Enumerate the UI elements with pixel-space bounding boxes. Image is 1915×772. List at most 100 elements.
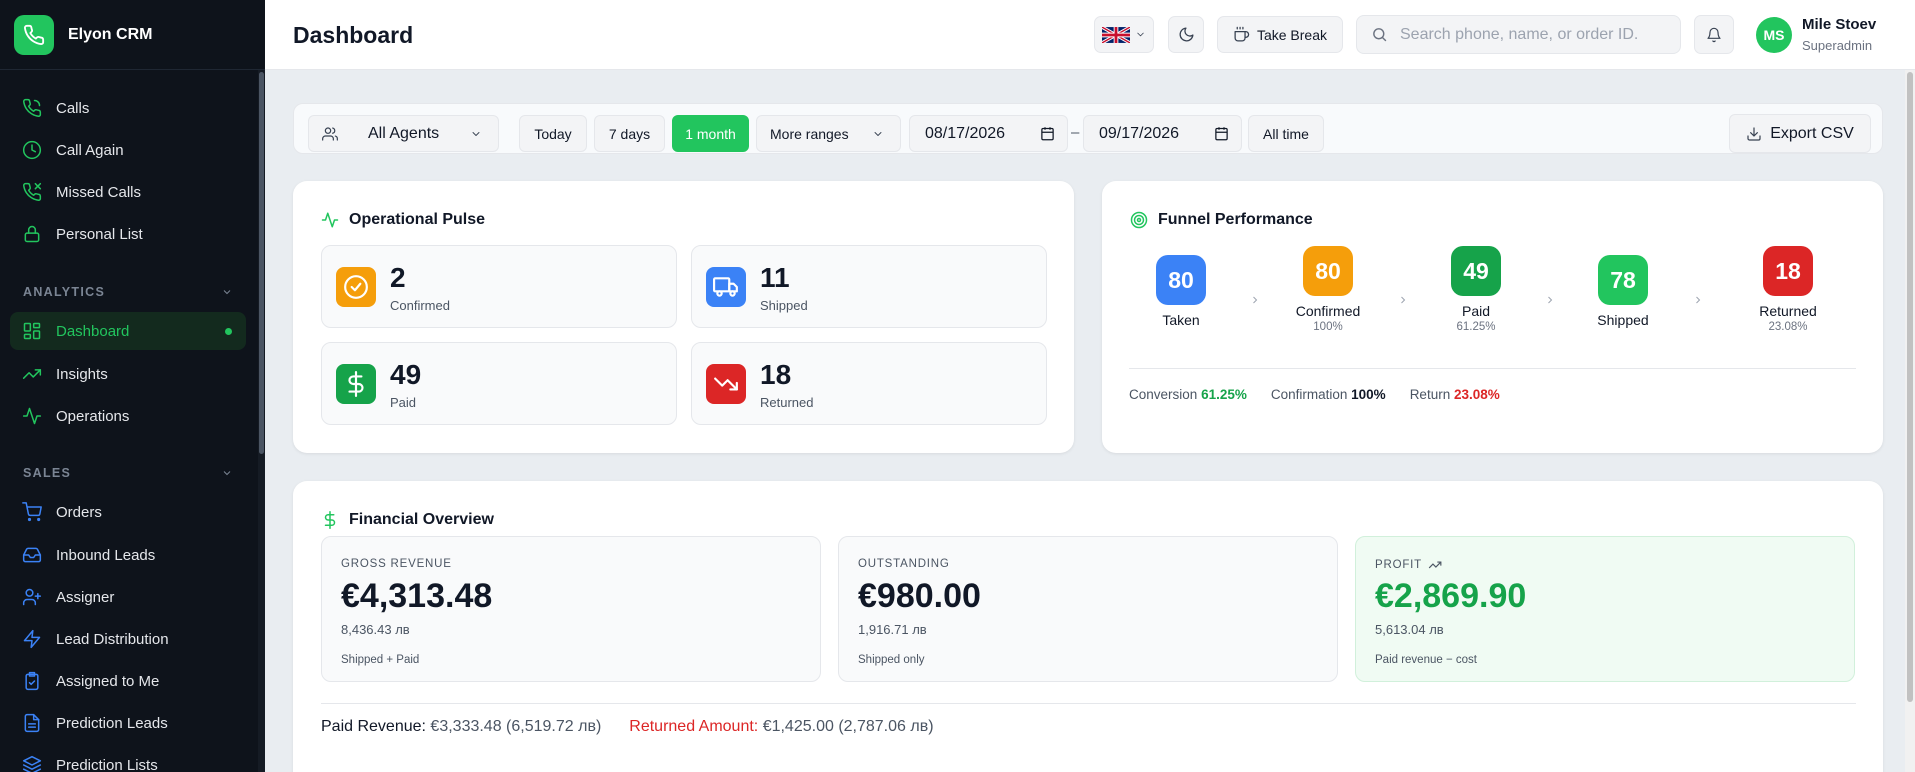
chevron-down-icon <box>1137 32 1144 37</box>
check-circle-icon <box>336 267 376 307</box>
fin-sub: 1,916.71 лв <box>858 622 927 637</box>
theme-toggle-button[interactable] <box>1168 16 1204 53</box>
sidebar-item-operations[interactable]: Operations <box>10 397 246 435</box>
stat-shipped[interactable]: 11 Shipped <box>691 245 1047 328</box>
main-scrollbar[interactable] <box>1905 70 1915 772</box>
sidebar-item-lead-distribution[interactable]: Lead Distribution <box>10 620 246 658</box>
funnel-step-taken[interactable]: 80 Taken <box>1131 255 1231 328</box>
sidebar: Elyon CRM Calls Call Again Missed Calls … <box>0 0 265 772</box>
funnel-step-label: Shipped <box>1597 312 1649 328</box>
sidebar-item-assigned-to-me[interactable]: Assigned to Me <box>10 662 246 700</box>
take-break-label: Take Break <box>1256 26 1328 43</box>
section-sales[interactable]: SALES <box>23 466 233 480</box>
trending-up-icon <box>1428 561 1442 569</box>
sidebar-item-calls[interactable]: Calls <box>10 89 246 127</box>
inbox-icon <box>22 547 42 563</box>
export-csv-button[interactable]: Export CSV <box>1729 114 1871 153</box>
sidebar-item-label: Assigned to Me <box>56 672 160 690</box>
stat-returned[interactable]: 18 Returned <box>691 342 1047 425</box>
sidebar-item-inbound-leads[interactable]: Inbound Leads <box>10 536 246 574</box>
search-bar[interactable] <box>1356 15 1681 54</box>
fin-note: Paid revenue − cost <box>1375 654 1477 666</box>
stat-label: Confirmed <box>390 298 450 313</box>
export-csv-label: Export CSV <box>1770 124 1854 142</box>
range-all-time-button[interactable]: All time <box>1248 115 1324 152</box>
fin-label: PROFIT <box>1375 558 1442 572</box>
sidebar-item-personal-list[interactable]: Personal List <box>10 215 246 253</box>
search-icon <box>1373 28 1387 42</box>
sidebar-item-dashboard[interactable]: Dashboard <box>10 312 246 350</box>
sidebar-item-orders[interactable]: Orders <box>10 493 246 531</box>
search-input[interactable] <box>1400 25 1670 44</box>
sidebar-item-prediction-leads[interactable]: Prediction Leads <box>10 704 246 742</box>
sidebar-item-insights[interactable]: Insights <box>10 355 246 393</box>
funnel-step-shipped[interactable]: 78 Shipped <box>1573 255 1673 328</box>
range-7-days-button[interactable]: 7 days <box>594 115 665 152</box>
sidebar-item-prediction-lists[interactable]: Prediction Lists <box>10 746 246 772</box>
sidebar-item-label: Call Again <box>56 141 124 159</box>
stat-confirmed[interactable]: 2 Confirmed <box>321 245 677 328</box>
sidebar-scrollbar[interactable] <box>258 70 265 772</box>
funnel-step-value: 49 <box>1451 246 1501 296</box>
user-name[interactable]: Mile Stoev <box>1802 16 1876 33</box>
sidebar-item-missed-calls[interactable]: Missed Calls <box>10 173 246 211</box>
range-1-month-button[interactable]: 1 month <box>672 115 749 152</box>
phone-missed-icon <box>23 182 42 201</box>
dollar-icon <box>336 364 376 404</box>
users-icon <box>322 126 338 141</box>
agents-select[interactable]: All Agents <box>308 115 499 152</box>
brand[interactable]: Elyon CRM <box>0 0 265 70</box>
target-icon <box>1130 211 1148 229</box>
clipboard-icon <box>25 671 39 691</box>
outstanding-card[interactable]: OUTSTANDING €980.00 1,916.71 лв Shipped … <box>838 536 1338 682</box>
sidebar-item-call-again[interactable]: Call Again <box>10 131 246 169</box>
funnel-step-percent: 23.08% <box>1768 321 1808 333</box>
funnel-step-confirmed[interactable]: 80 Confirmed 100% <box>1278 246 1378 333</box>
more-ranges-select[interactable]: More ranges <box>756 115 901 152</box>
operational-pulse-card: Operational Pulse 2 Confirmed 11 Shipped… <box>293 181 1074 453</box>
clock-icon <box>22 140 42 160</box>
funnel-step-label: Paid <box>1461 303 1491 319</box>
funnel-step-value: 78 <box>1598 255 1648 305</box>
funnel-step-paid[interactable]: 49 Paid 61.25% <box>1426 246 1526 333</box>
take-break-button[interactable]: Take Break <box>1217 16 1343 53</box>
avatar[interactable]: MS <box>1756 17 1792 53</box>
funnel-step-label: Returned <box>1759 303 1817 319</box>
funnel-step-percent: 61.25% <box>1456 321 1496 333</box>
language-select[interactable] <box>1094 16 1154 53</box>
stat-paid[interactable]: 49 Paid <box>321 342 677 425</box>
section-analytics[interactable]: ANALYTICS <box>23 285 233 299</box>
fin-label: GROSS REVENUE <box>341 558 452 570</box>
sidebar-item-label: Prediction Leads <box>56 714 168 732</box>
coffee-icon <box>1234 26 1250 42</box>
sidebar-item-label: Lead Distribution <box>56 630 169 648</box>
sidebar-item-label: Inbound Leads <box>56 546 156 564</box>
stat-value: 18 <box>760 359 792 390</box>
notifications-button[interactable] <box>1694 15 1734 54</box>
gross-revenue-card[interactable]: GROSS REVENUE €4,313.48 8,436.43 лв Ship… <box>321 536 821 682</box>
fin-note: Shipped + Paid <box>341 654 420 666</box>
operational-pulse-title: Operational Pulse <box>349 211 486 228</box>
active-indicator <box>225 327 232 335</box>
truck-icon <box>706 267 746 307</box>
grid-icon <box>23 322 41 340</box>
sidebar-scroll-thumb[interactable] <box>259 72 264 454</box>
financial-overview-card: Financial Overview GROSS REVENUE €4,313.… <box>293 481 1883 772</box>
funnel-performance-title: Funnel Performance <box>1158 211 1313 228</box>
chevron-right-icon <box>1696 296 1701 304</box>
profit-card[interactable]: PROFIT €2,869.90 5,613.04 лв Paid revenu… <box>1355 536 1855 682</box>
fin-sub: 8,436.43 лв <box>341 622 410 637</box>
stat-value: 49 <box>390 359 422 390</box>
sidebar-item-label: Insights <box>56 365 108 383</box>
main-scroll-thumb[interactable] <box>1907 72 1913 702</box>
sidebar-item-label: Missed Calls <box>56 183 142 201</box>
divider <box>1129 368 1856 369</box>
funnel-step-returned[interactable]: 18 Returned 23.08% <box>1738 246 1838 333</box>
financial-summary: Paid Revenue: €3,333.48 (6,519.72 лв) Re… <box>321 718 934 736</box>
funnel-metrics: Conversion 61.25% Confirmation 100% Retu… <box>1129 387 1500 402</box>
range-today-button[interactable]: Today <box>519 115 587 152</box>
sidebar-item-assigner[interactable]: Assigner <box>10 578 246 616</box>
date-to-input[interactable]: 09/17/2026 <box>1083 115 1242 152</box>
date-from-input[interactable]: 08/17/2026 <box>909 115 1068 152</box>
chevron-right-icon <box>1548 296 1553 304</box>
